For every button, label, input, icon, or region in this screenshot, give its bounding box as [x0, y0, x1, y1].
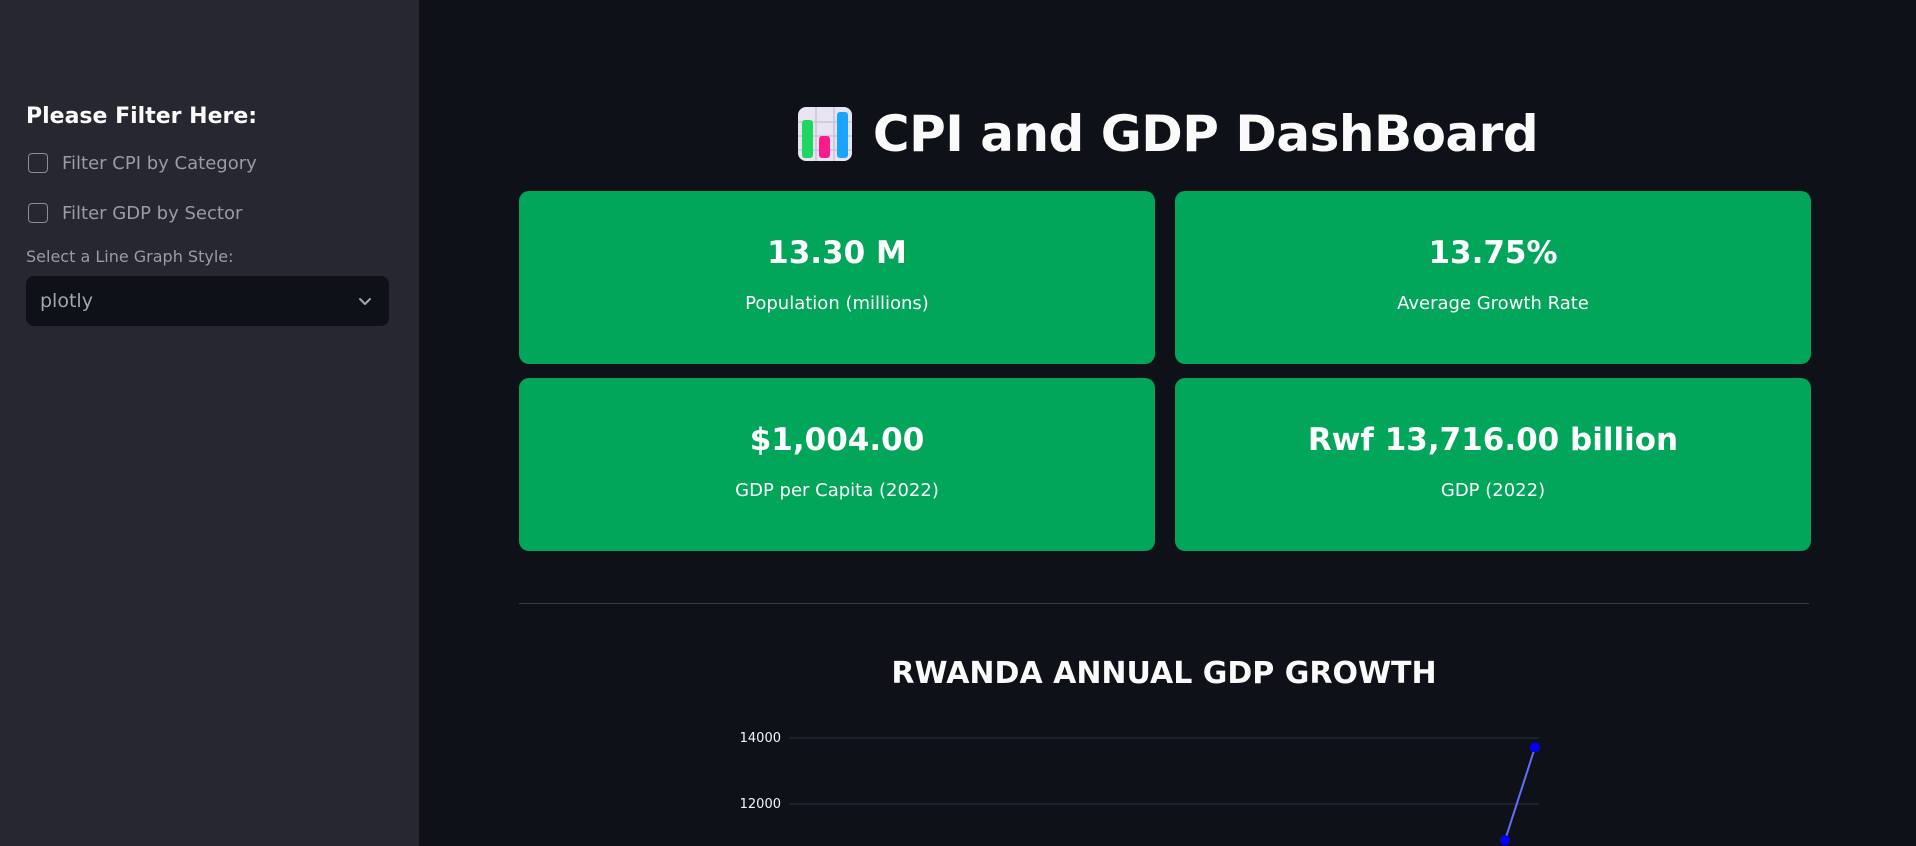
- metric-card-growth-rate: 13.75% Average Growth Rate: [1175, 191, 1811, 364]
- filter-gdp-checkbox-row[interactable]: Filter GDP by Sector: [26, 197, 389, 229]
- filter-cpi-checkbox[interactable]: [28, 153, 48, 173]
- section-divider: [519, 603, 1809, 604]
- metric-value: Rwf 13,716.00 billion: [1307, 422, 1679, 458]
- series-line: [1504, 747, 1536, 841]
- metric-card-gdp: Rwf 13,716.00 billion GDP (2022): [1175, 378, 1811, 551]
- filter-gdp-label: Filter GDP by Sector: [62, 202, 243, 224]
- data-point[interactable]: [1500, 835, 1510, 846]
- app-root: Please Filter Here: Filter CPI by Catego…: [0, 0, 1916, 846]
- filter-cpi-checkbox-row[interactable]: Filter CPI by Category: [26, 147, 389, 179]
- metric-value: 13.75%: [1428, 235, 1558, 271]
- chart-title: RWANDA ANNUAL GDP GROWTH: [891, 656, 1437, 691]
- data-point[interactable]: [1530, 742, 1540, 753]
- metric-card-gdp-per-capita: $1,004.00 GDP per Capita (2022): [519, 378, 1155, 551]
- metric-value: 13.30 M: [767, 235, 907, 271]
- y-tick-label: 12000: [740, 797, 781, 812]
- metric-label: GDP per Capita (2022): [735, 480, 939, 501]
- metric-label: Average Growth Rate: [1397, 293, 1589, 314]
- line-style-select[interactable]: plotly: [26, 276, 389, 326]
- chevron-down-icon: [357, 293, 373, 309]
- page-title: CPI and GDP DashBoard: [872, 105, 1539, 163]
- filter-gdp-checkbox[interactable]: [28, 203, 48, 223]
- y-tick-label: 14000: [740, 731, 781, 746]
- line-style-select-value: plotly: [40, 290, 93, 312]
- metric-label: GDP (2022): [1440, 480, 1546, 501]
- title-row: CPI and GDP DashBoard: [419, 105, 1916, 163]
- metric-value: $1,004.00: [749, 422, 925, 458]
- line-style-select-label: Select a Line Graph Style:: [26, 247, 234, 266]
- metric-label: Population (millions): [745, 293, 929, 314]
- bar-chart-icon: [797, 106, 853, 162]
- metric-cards: 13.30 M Population (millions) 13.75% Ave…: [519, 191, 1811, 551]
- metric-card-population: 13.30 M Population (millions): [519, 191, 1155, 364]
- main-content: CPI and GDP DashBoard 13.30 M Population…: [419, 0, 1916, 846]
- sidebar-title: Please Filter Here:: [26, 104, 258, 129]
- filter-cpi-label: Filter CPI by Category: [62, 152, 257, 174]
- sidebar: Please Filter Here: Filter CPI by Catego…: [0, 0, 419, 846]
- gdp-growth-chart[interactable]: 12000 14000: [689, 720, 1659, 846]
